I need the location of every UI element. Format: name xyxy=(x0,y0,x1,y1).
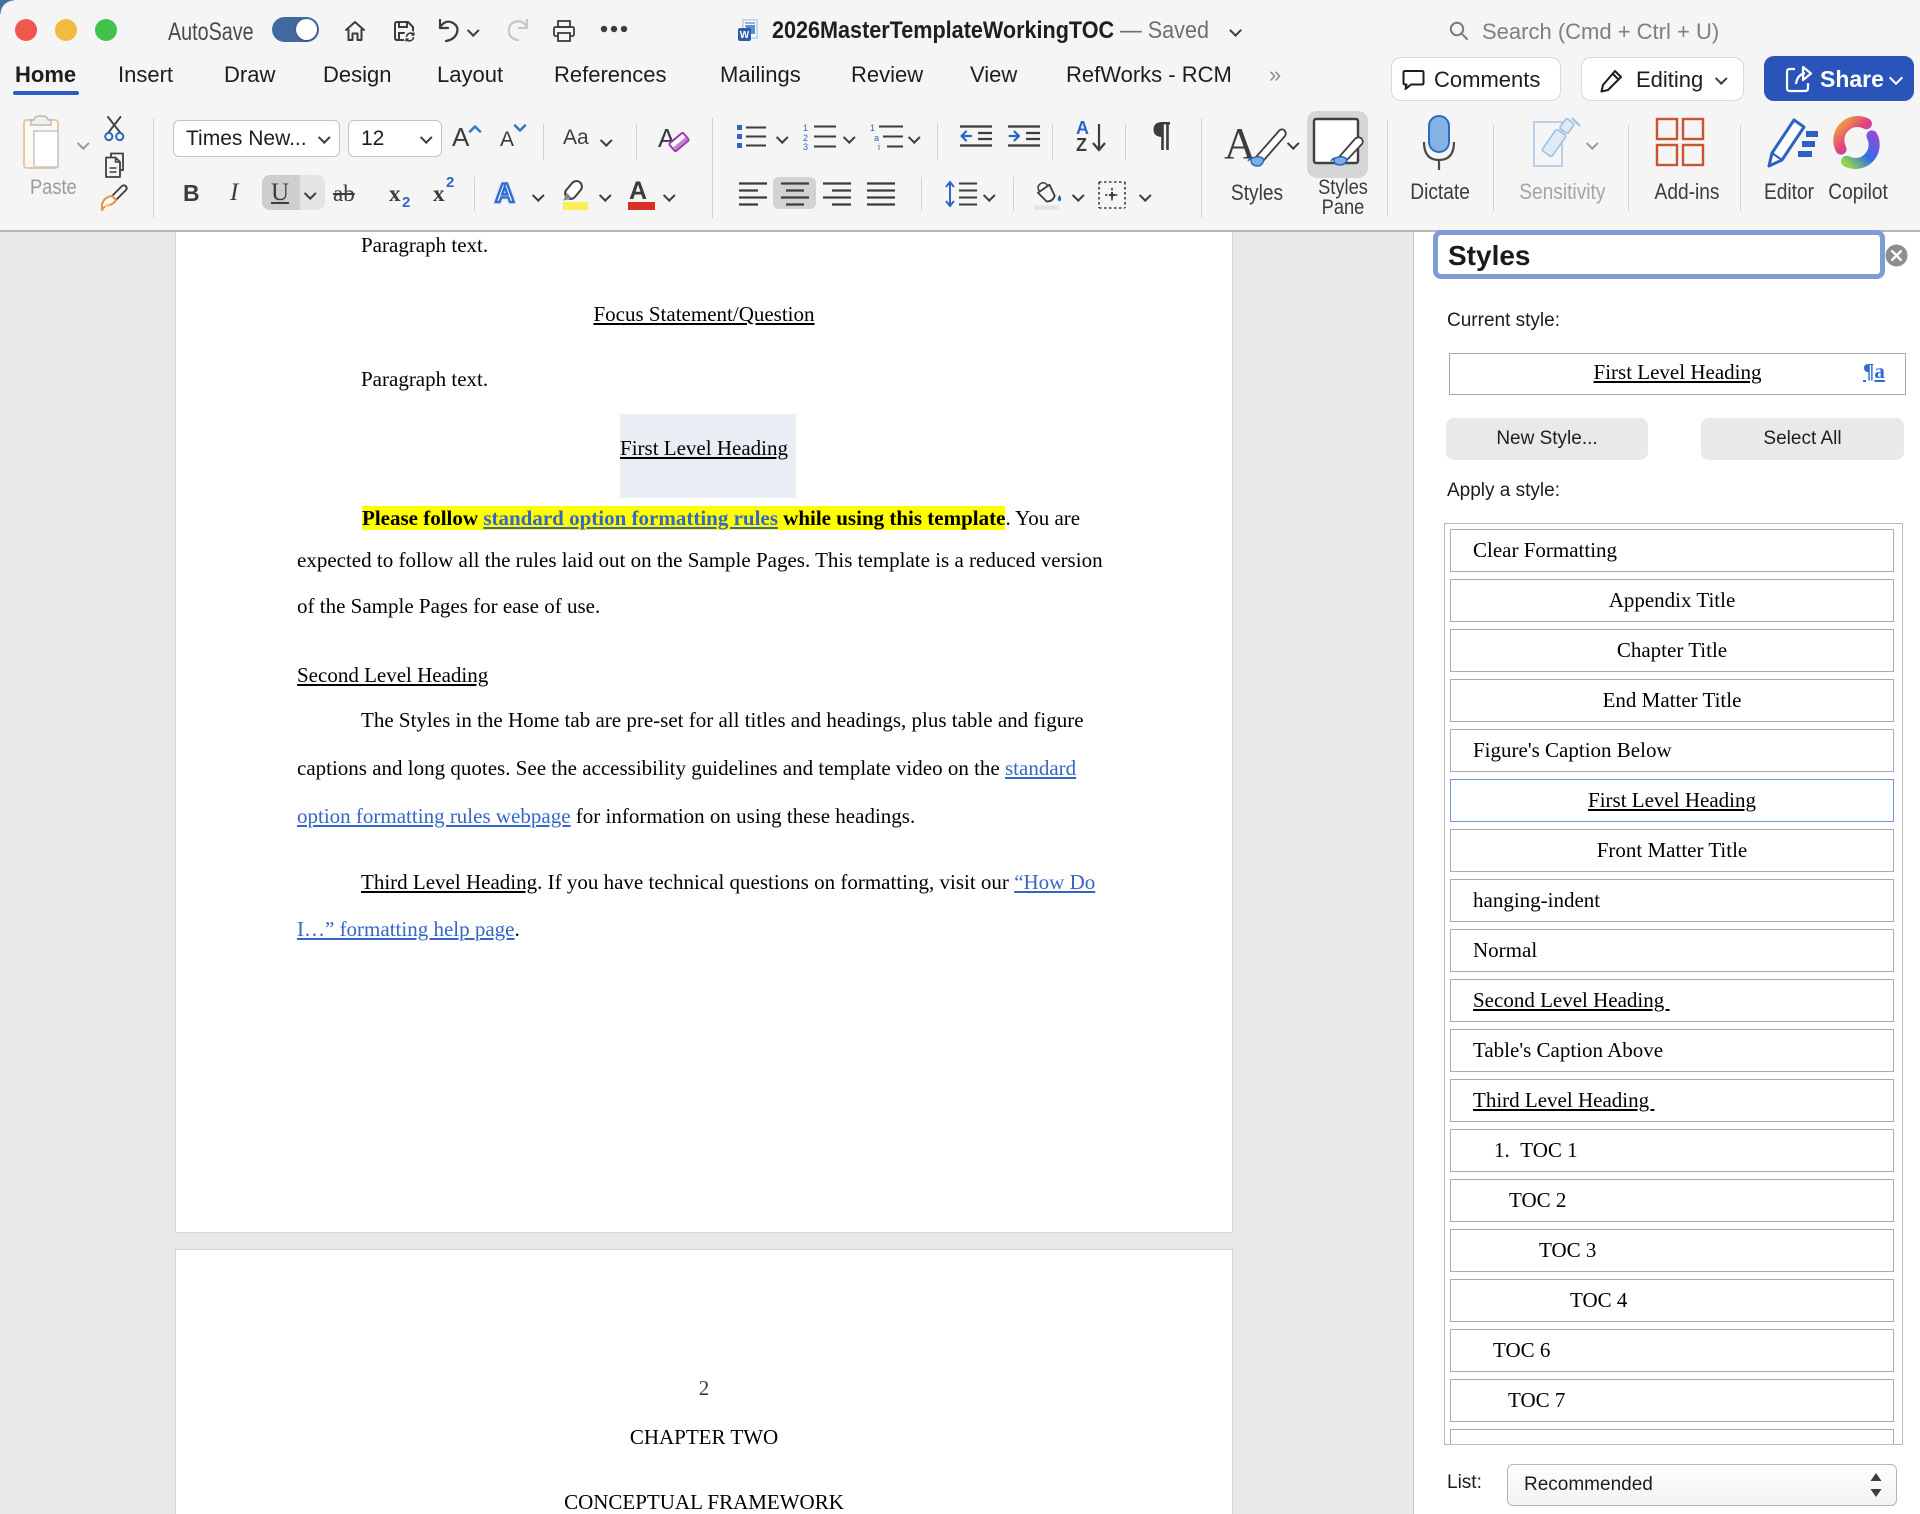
svg-text:W: W xyxy=(740,30,750,41)
svg-text:1: 1 xyxy=(870,123,875,133)
svg-text:i: i xyxy=(878,142,880,150)
svg-text:1: 1 xyxy=(803,123,808,133)
svg-text:3: 3 xyxy=(803,142,808,150)
